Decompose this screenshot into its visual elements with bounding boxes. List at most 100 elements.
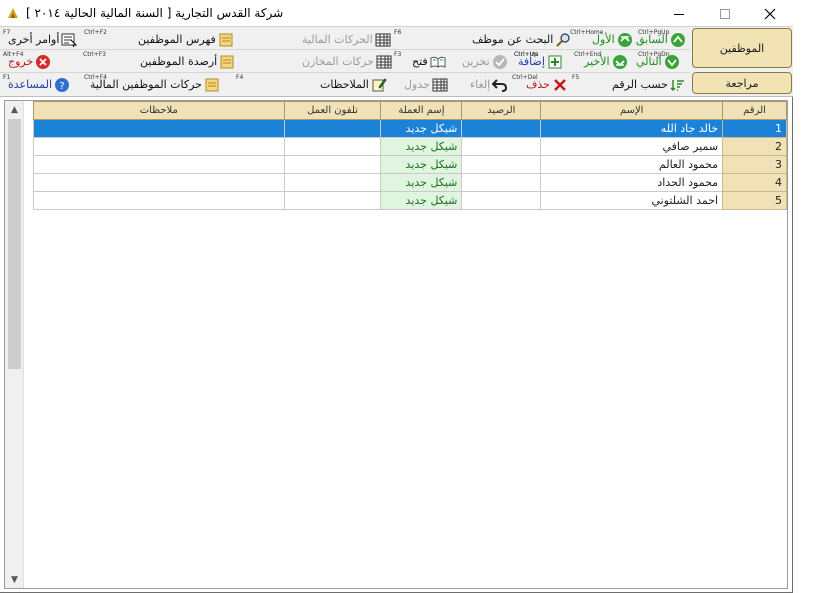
cell-notes[interactable] [33,173,285,192]
sort-icon [670,79,684,91]
main-window: شركة القدس التجارية [ السنة المالية الحا… [0,0,793,593]
grid-table-icon [375,33,391,46]
notes-label: الملاحظات [320,78,369,91]
cell-name[interactable]: سمير صافي [540,137,724,156]
cell-currency[interactable]: شيكل جديد [380,155,463,174]
cell-notes[interactable] [33,191,285,210]
column-header-balance[interactable]: الرصيد [461,101,542,120]
sort-by-number-label: حسب الرقم [612,78,668,91]
notes-edit-icon [372,77,387,91]
grid-table-icon [432,78,448,91]
sort-by-number-button[interactable]: F5 حسب الرقم [572,73,686,96]
scroll-thumb[interactable] [8,119,21,369]
vertical-scrollbar[interactable]: ▲ ▼ [5,101,24,588]
cell-work-phone[interactable] [283,119,382,138]
maximize-button[interactable] [702,0,748,28]
cell-work-phone[interactable] [283,155,382,174]
cancel-button[interactable]: إلغاء [468,73,508,96]
cell-balance[interactable] [461,155,542,174]
cell-work-phone[interactable] [283,173,382,192]
last-record-button[interactable]: Ctrl+End الأخير [574,50,628,73]
exit-x-icon [36,54,51,69]
cell-name[interactable]: خالد جاد الله [540,119,724,138]
employee-balances-button[interactable]: Ctrl+F3 أرصدة الموظفين [83,50,235,73]
cell-name[interactable]: احمد الشلتوني [540,191,724,210]
hotkey-label: F7 [3,29,11,36]
cell-currency[interactable]: شيكل جديد [380,137,463,156]
help-label: المساعدة [8,78,53,91]
maximize-icon [720,9,730,19]
next-record-button[interactable]: Ctrl+PgDn التالي [634,50,680,73]
column-header-currency[interactable]: إسم العملة [380,101,463,120]
cell-currency[interactable]: شيكل جديد [380,173,463,192]
delete-button[interactable]: Ctrl+Del حذف [512,73,568,96]
column-header-number[interactable]: الرقم [722,101,787,120]
scroll-up-arrow-icon[interactable]: ▲ [5,101,24,118]
table-row[interactable]: 1 خالد جاد الله شيكل جديد [33,119,787,138]
cell-currency[interactable]: شيكل جديد [380,191,463,210]
hotkey-label: F5 [572,74,580,81]
table-row[interactable]: 3 محمود العالم شيكل جديد [33,155,787,174]
minimize-button[interactable] [656,0,702,28]
hotkey-label: Ctrl+End [574,51,602,58]
column-header-work-phone[interactable]: تلفون العمل [283,101,382,120]
cell-number[interactable]: 5 [722,191,787,210]
cell-notes[interactable] [33,119,285,138]
cell-number[interactable]: 4 [722,173,787,192]
close-button[interactable] [747,0,793,28]
financial-movements-button[interactable]: F6 الحركات المالية [300,28,401,51]
cell-balance[interactable] [461,191,542,210]
store-button[interactable]: تخزين [460,50,508,73]
window-title: شركة القدس التجارية [ السنة المالية الحا… [26,6,284,20]
warehouse-movements-button[interactable]: F3 حركات المخازن [300,50,401,73]
check-icon [492,54,507,69]
cell-notes[interactable] [33,137,285,156]
previous-arrow-icon [670,32,685,47]
toolbar: F7 أوامر أخرى Ctrl+F2 فهرس الموظفين F6 ا… [0,26,793,97]
cell-balance[interactable] [461,119,542,138]
employees-grid: ▲ ▼ الرقم الإسم الرصيد إسم العملة تلفون … [4,100,788,589]
cell-number[interactable]: 3 [722,155,787,174]
employees-section-button[interactable]: الموظفين [692,28,792,68]
hotkey-label: F3 [394,51,402,58]
balances-note-icon [220,55,234,68]
cell-work-phone[interactable] [283,191,382,210]
cell-name[interactable]: محمود العالم [540,155,724,174]
index-note-icon [219,33,233,46]
cell-balance[interactable] [461,173,542,192]
table-button[interactable]: جدول [402,73,448,96]
employee-index-button[interactable]: Ctrl+F2 فهرس الموظفين [84,28,234,51]
help-button[interactable]: F1 المساعدة ? [3,73,70,96]
scroll-down-arrow-icon[interactable]: ▼ [5,571,24,588]
cell-currency[interactable]: شيكل جديد [380,119,463,138]
hotkey-label: Ctrl+Del [512,74,538,81]
hotkey-label: F4 [236,74,244,81]
review-button[interactable]: مراجعة [692,72,792,94]
cell-name[interactable]: محمود الحداد [540,173,724,192]
cell-balance[interactable] [461,137,542,156]
financial-movements-label: الحركات المالية [302,33,373,46]
add-button[interactable]: Ctrl+Ins إضافة [514,50,563,73]
column-header-name[interactable]: الإسم [540,101,724,120]
search-employee-button[interactable]: Ctrl+Home البحث عن موظف [470,28,603,51]
cell-number[interactable]: 1 [722,119,787,138]
open-button[interactable]: Ctrl+Up فتح [410,50,538,73]
previous-record-button[interactable]: Ctrl+PgUp السابق [634,28,686,51]
cell-number[interactable]: 2 [722,137,787,156]
column-header-notes[interactable]: ملاحظات [33,101,285,120]
other-commands-button[interactable]: F7 أوامر أخرى [3,28,78,51]
first-record-button[interactable]: الأول [590,28,633,51]
table-row[interactable]: 4 محمود الحداد شيكل جديد [33,173,787,192]
table-row[interactable]: 5 احمد الشلتوني شيكل جديد [33,191,787,210]
table-row[interactable]: 2 سمير صافي شيكل جديد [33,137,787,156]
cell-work-phone[interactable] [283,137,382,156]
warehouse-movements-label: حركات المخازن [302,55,374,68]
exit-button[interactable]: Alt+F4 خروج [3,50,51,73]
cancel-label: إلغاء [470,78,491,91]
employee-financial-movements-button[interactable]: Ctrl+F4 حركات الموظفين المالية F4 [84,73,243,96]
open-book-icon [430,56,446,68]
hotkey-label: F6 [394,29,402,36]
cell-notes[interactable] [33,155,285,174]
table-label: جدول [404,78,430,91]
notes-button[interactable]: الملاحظات [318,73,387,96]
